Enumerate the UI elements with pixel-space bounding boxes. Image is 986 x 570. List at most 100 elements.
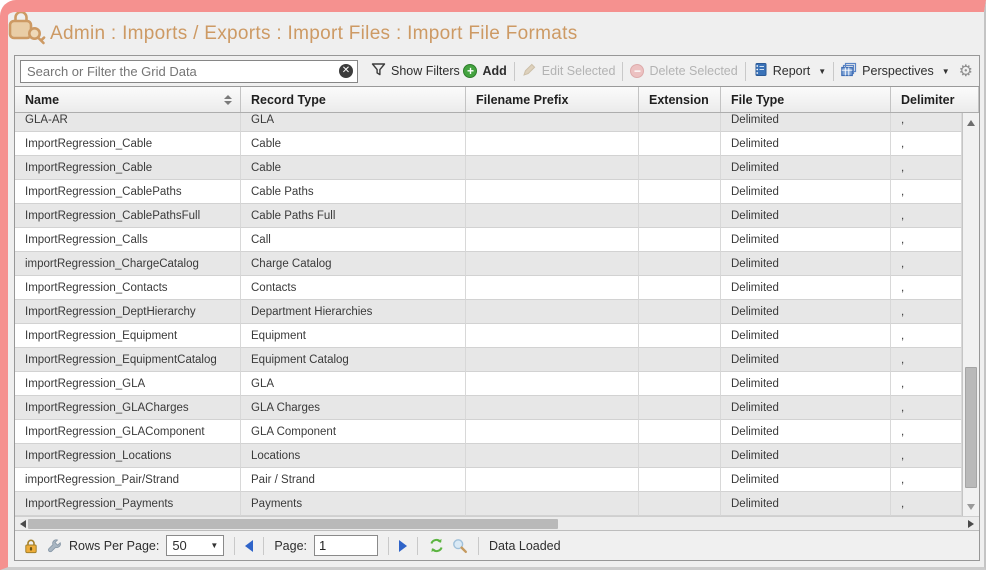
column-header-name[interactable]: Name [15,87,241,112]
cell-extension [639,113,721,132]
cell-name: ImportRegression_Cable [15,132,241,156]
page-title: Admin : Imports / Exports : Import Files… [50,23,578,45]
previous-page-button[interactable] [245,540,253,552]
wrench-icon[interactable] [46,538,62,554]
rows-per-page-select[interactable]: 50 ▼ [166,535,224,556]
sort-icon[interactable] [224,95,232,105]
cell-file-type: Delimited [721,444,891,468]
cell-file-type: Delimited [721,324,891,348]
cell-name: ImportRegression_GLAComponent [15,420,241,444]
gear-icon[interactable]: ⚙ [959,61,973,81]
table-row[interactable]: ImportRegression_GLA GLA Delimited , [15,372,962,396]
cell-extension [639,276,721,300]
scroll-right-arrow-icon[interactable] [963,517,979,530]
column-header-file-type[interactable]: File Type [721,87,891,112]
table-row[interactable]: ImportRegression_Cable Cable Delimited , [15,132,962,156]
table-row[interactable]: importRegression_ChargeCatalog Charge Ca… [15,252,962,276]
column-header-label: Filename Prefix [476,93,568,107]
table-row[interactable]: ImportRegression_Locations Locations Del… [15,444,962,468]
column-header-label: Extension [649,93,709,107]
add-button[interactable]: + Add [463,64,506,78]
rows-per-page-label: Rows Per Page: [69,539,159,553]
cell-name: ImportRegression_EquipmentCatalog [15,348,241,372]
chevron-down-icon: ▼ [942,67,950,76]
report-dropdown[interactable]: Report ▼ [753,62,826,80]
vertical-scrollbar[interactable] [962,113,979,516]
table-row[interactable]: ImportRegression_CablePathsFull Cable Pa… [15,204,962,228]
column-header-filename-prefix[interactable]: Filename Prefix [466,87,639,112]
cell-record-type: Pair / Strand [241,468,466,492]
column-header-extension[interactable]: Extension [639,87,721,112]
cell-filename-prefix [466,372,639,396]
table-row[interactable]: ImportRegression_GLACharges GLA Charges … [15,396,962,420]
next-page-button[interactable] [399,540,407,552]
cell-extension [639,252,721,276]
cell-name: ImportRegression_Payments [15,492,241,516]
scroll-up-arrow-icon[interactable] [963,115,979,130]
table-row[interactable]: importRegression_Pair/Strand Pair / Stra… [15,468,962,492]
grid-body: GLA-AR GLA Delimited , ImportRegression_… [15,113,979,516]
perspectives-layers-icon [841,62,857,80]
cell-record-type: Equipment Catalog [241,348,466,372]
column-header-delimiter[interactable]: Delimiter [891,87,979,112]
column-header-record-type[interactable]: Record Type [241,87,466,112]
toolbar-separator [622,62,623,81]
magnifier-icon[interactable] [452,538,468,554]
cell-delimiter: , [891,420,962,444]
edit-selected-button[interactable]: Edit Selected [522,62,616,80]
grid-panel: ✕ Show Filters + Add [14,55,980,561]
table-row[interactable]: GLA-AR GLA Delimited , [15,113,962,132]
cell-record-type: Cable Paths [241,180,466,204]
vertical-scrollbar-thumb[interactable] [965,367,977,488]
horizontal-scrollbar-thumb[interactable] [28,519,558,529]
table-row[interactable]: ImportRegression_EquipmentCatalog Equipm… [15,348,962,372]
table-row[interactable]: ImportRegression_Payments Payments Delim… [15,492,962,516]
cell-delimiter: , [891,324,962,348]
cell-delimiter: , [891,156,962,180]
perspectives-dropdown[interactable]: Perspectives ▼ [841,62,949,80]
cell-delimiter: , [891,180,962,204]
scroll-down-arrow-icon[interactable] [963,499,979,514]
table-row[interactable]: ImportRegression_GLAComponent GLA Compon… [15,420,962,444]
cell-record-type: GLA [241,113,466,132]
pager-separator [417,537,418,555]
add-plus-icon: + [463,64,477,78]
cell-name: ImportRegression_Equipment [15,324,241,348]
pencil-icon [522,62,537,80]
cell-filename-prefix [466,420,639,444]
toolbar-separator [514,62,515,81]
refresh-icon[interactable] [428,537,445,554]
search-input[interactable] [27,64,339,79]
cell-extension [639,180,721,204]
cell-name: ImportRegression_CablePaths [15,180,241,204]
pager-bar: Rows Per Page: 50 ▼ Page: [15,530,979,560]
pager-separator [263,537,264,555]
cell-filename-prefix [466,228,639,252]
delete-selected-button[interactable]: − Delete Selected [630,64,737,78]
show-filters-label: Show Filters [391,64,460,78]
cell-filename-prefix [466,180,639,204]
cell-file-type: Delimited [721,396,891,420]
show-filters-button[interactable]: Show Filters [371,62,460,80]
cell-filename-prefix [466,132,639,156]
table-row[interactable]: ImportRegression_Cable Cable Delimited , [15,156,962,180]
cell-extension [639,492,721,516]
page-number-input[interactable] [314,535,378,556]
table-row[interactable]: ImportRegression_CablePaths Cable Paths … [15,180,962,204]
cell-delimiter: , [891,492,962,516]
table-row[interactable]: ImportRegression_Contacts Contacts Delim… [15,276,962,300]
cell-name: importRegression_ChargeCatalog [15,252,241,276]
cell-record-type: Locations [241,444,466,468]
clear-search-icon[interactable]: ✕ [339,64,353,78]
perspectives-label: Perspectives [862,64,934,78]
search-box[interactable]: ✕ [20,60,358,83]
table-row[interactable]: ImportRegression_DeptHierarchy Departmen… [15,300,962,324]
cell-file-type: Delimited [721,180,891,204]
table-row[interactable]: ImportRegression_Equipment Equipment Del… [15,324,962,348]
cell-record-type: Contacts [241,276,466,300]
padlock-icon[interactable] [23,538,39,554]
horizontal-scrollbar[interactable] [15,516,979,530]
table-row[interactable]: ImportRegression_Calls Call Delimited , [15,228,962,252]
cell-record-type: Charge Catalog [241,252,466,276]
cell-record-type: GLA [241,372,466,396]
